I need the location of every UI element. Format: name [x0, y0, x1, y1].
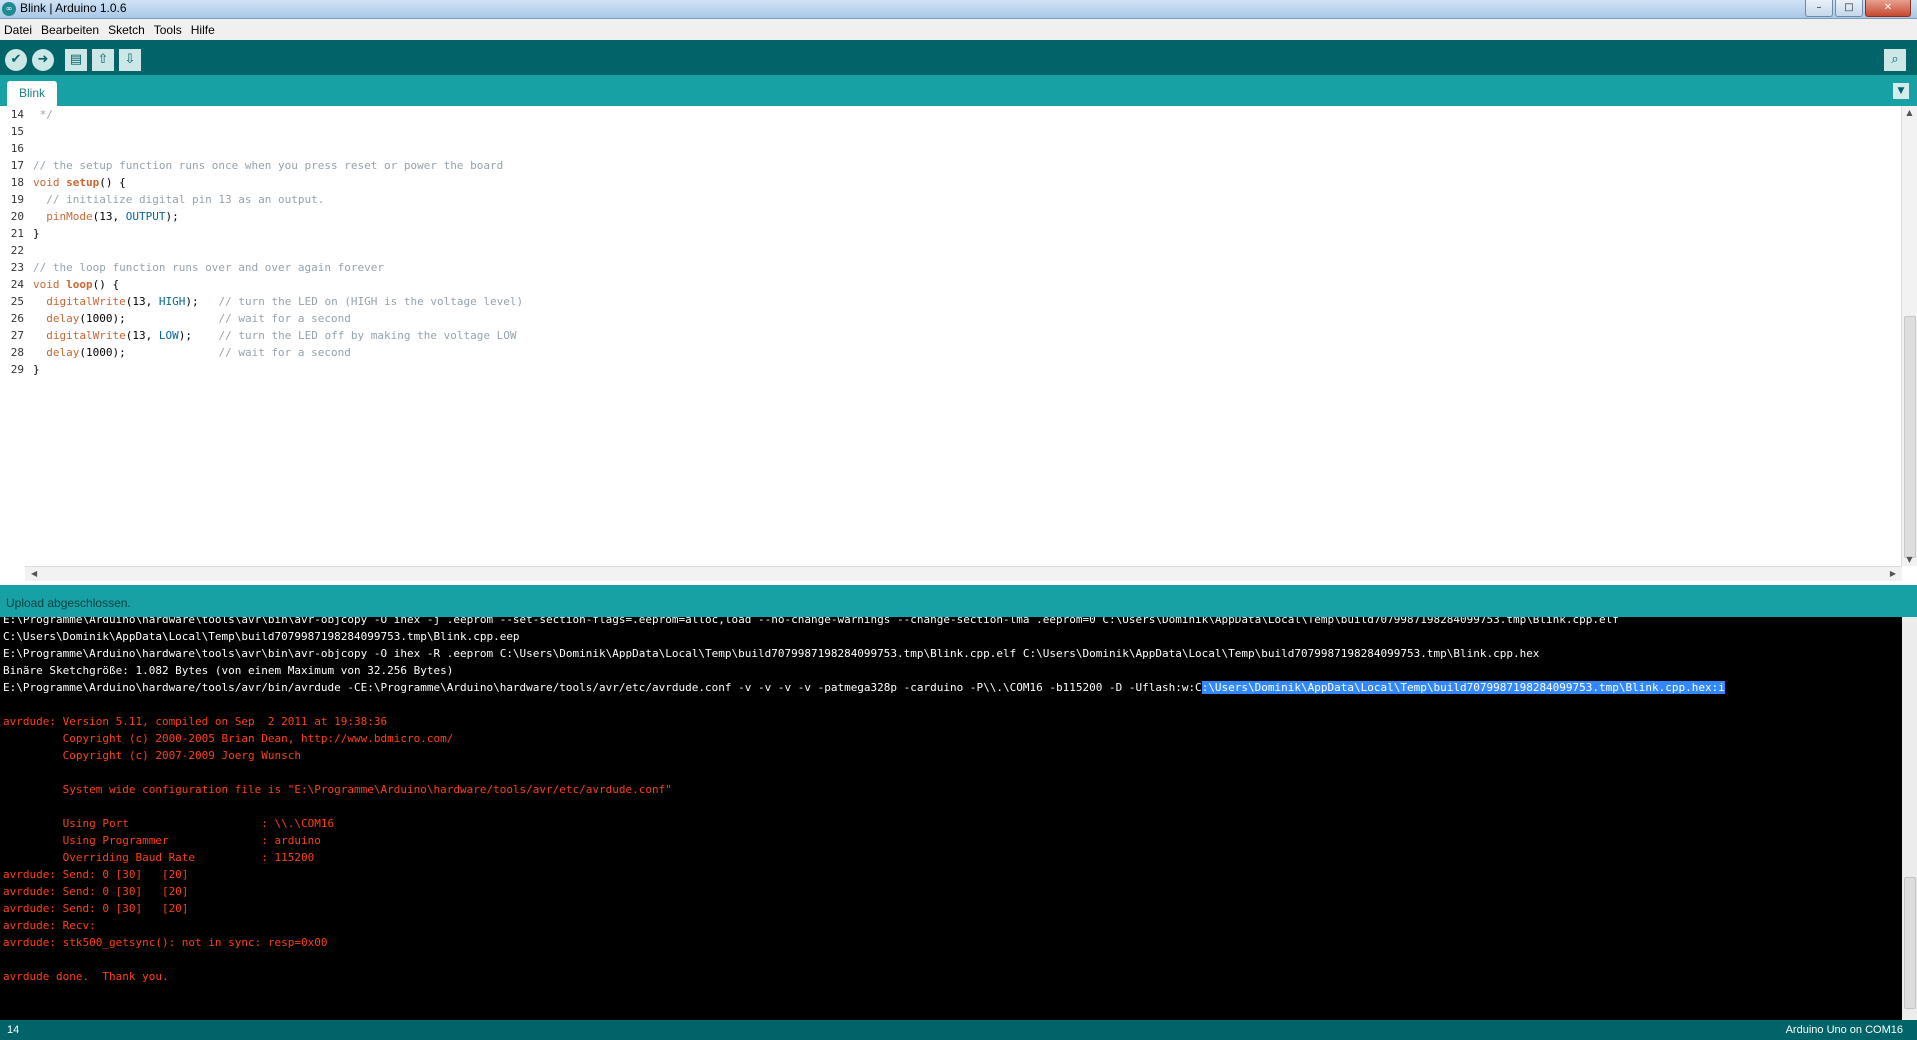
console-line: C:\Users\Dominik\AppData\Local\Temp\buil… — [3, 630, 520, 643]
code-line: 22 — [10, 244, 24, 257]
title-bar: ∞ Blink | Arduino 1.0.6 – □ ✕ — [0, 0, 1917, 19]
code-line: 24 void loop() { — [10, 278, 120, 291]
console-line: avrdude: Version 5.11, compiled on Sep 2… — [3, 715, 388, 728]
window-controls: – □ ✕ — [1803, 0, 1911, 17]
console-line: avrdude done. Thank you. — [3, 970, 169, 983]
console-output[interactable]: E:\Programme\Arduino\hardware\tools\avr\… — [0, 617, 1917, 1020]
arduino-logo-icon: ∞ — [2, 2, 16, 16]
tab-bar: Blink ▼ — [0, 75, 1917, 106]
scroll-up-arrow-icon[interactable]: ▲ — [1902, 108, 1917, 117]
menu-sketch[interactable]: Sketch — [104, 23, 150, 37]
maximize-button[interactable]: □ — [1835, 0, 1863, 17]
code-line: 23// the loop function runs over and ove… — [10, 261, 384, 274]
console-lines[interactable]: E:\Programme\Arduino\hardware\tools\avr\… — [3, 617, 1898, 985]
code-line: 26 delay(1000); // wait for a second — [10, 312, 351, 325]
minimize-button[interactable]: – — [1805, 0, 1833, 17]
console-line: avrdude: Send: 0 [30] [20] — [3, 885, 189, 898]
console-line: avrdude: stk500_getsync(): not in sync: … — [3, 936, 328, 949]
code-line: 16 — [10, 142, 24, 155]
scroll-left-arrow-icon[interactable]: ◀ — [31, 567, 37, 581]
console-line: E:\Programme\Arduino\hardware/tools/avr/… — [3, 681, 1725, 694]
window-title: Blink | Arduino 1.0.6 — [20, 1, 127, 15]
open-icon[interactable]: ⇧ — [92, 49, 114, 71]
scrollbar-thumb[interactable] — [1904, 877, 1916, 1009]
serial-monitor-icon[interactable]: ⌕ — [1884, 49, 1906, 71]
save-icon[interactable]: ⇩ — [119, 49, 141, 71]
code-area[interactable]: 14 */ 15 16 17// the setup function runs… — [0, 106, 1900, 378]
verify-icon[interactable]: ✔ — [5, 49, 27, 71]
console-line: Using Programmer : arduino — [3, 834, 321, 847]
tab-menu-chevron-down-icon[interactable]: ▼ — [1893, 83, 1909, 99]
console-line: avrdude: Send: 0 [30] [20] — [3, 902, 189, 915]
code-line: 18 void setup() { — [10, 176, 126, 189]
status-bar: Upload abgeschlossen. — [0, 585, 1917, 617]
scroll-down-arrow-icon[interactable]: ▼ — [1902, 555, 1917, 564]
code-line: 25 digitalWrite(13, HIGH); // turn the L… — [10, 295, 524, 308]
new-icon[interactable]: ▤ — [65, 49, 87, 71]
console-line: Overriding Baud Rate : 115200 — [3, 851, 315, 864]
console-line: Using Port : \\.\COM16 — [3, 817, 335, 830]
tab-blink[interactable]: Blink — [7, 81, 57, 106]
console-line: System wide configuration file is "E:\Pr… — [3, 783, 672, 796]
code-line: 17// the setup function runs once when y… — [10, 159, 504, 172]
status-message: Upload abgeschlossen. — [6, 596, 131, 610]
toolbar: ✔ ➜ ▤ ⇧ ⇩ ⌕ — [0, 40, 1917, 75]
console-line: avrdude: Send: 0 [30] [20] — [3, 868, 189, 881]
console-line: Binäre Sketchgröße: 1.082 Bytes (von ein… — [3, 664, 454, 677]
scroll-right-arrow-icon[interactable]: ▶ — [1890, 567, 1896, 581]
console-line: avrdude: Recv: — [3, 919, 96, 932]
menu-tools[interactable]: Tools — [150, 23, 187, 37]
close-button[interactable]: ✕ — [1865, 0, 1911, 17]
editor-horizontal-scrollbar[interactable]: ◀ ▶ — [25, 566, 1902, 581]
code-line: 28 delay(1000); // wait for a second — [10, 346, 351, 359]
upload-icon[interactable]: ➜ — [32, 49, 54, 71]
code-line: 15 — [10, 125, 24, 138]
code-line: 27 digitalWrite(13, LOW); // turn the LE… — [10, 329, 517, 342]
code-editor[interactable]: 14 */ 15 16 17// the setup function runs… — [0, 106, 1917, 581]
code-line: 19 // initialize digital pin 13 as an ou… — [10, 193, 325, 206]
code-line: 21} — [10, 227, 40, 240]
editor-vertical-scrollbar[interactable]: ▲ ▼ — [1901, 106, 1917, 566]
console-line: Copyright (c) 2000-2005 Brian Dean, http… — [3, 732, 454, 745]
current-line-number: 14 — [7, 1024, 20, 1036]
menu-hilfe[interactable]: Hilfe — [187, 23, 220, 37]
menu-bearbeiten[interactable]: Bearbeiten — [37, 23, 104, 37]
code-line: 29} — [10, 363, 40, 376]
console-scrollbar[interactable] — [1902, 617, 1917, 1020]
board-port-label: Arduino Uno on COM16 — [1785, 1024, 1903, 1036]
console-line: Copyright (c) 2007-2009 Joerg Wunsch — [3, 749, 302, 762]
console-line: E:\Programme\Arduino\hardware\tools\avr\… — [3, 617, 1619, 626]
menu-datei[interactable]: Datei — [0, 23, 37, 37]
code-line: 14 */ — [10, 108, 53, 121]
footer-bar: 14 Arduino Uno on COM16 — [0, 1020, 1917, 1040]
console-line: E:\Programme\Arduino\hardware\tools\avr\… — [3, 647, 1540, 660]
selected-text[interactable]: :\Users\Dominik\AppData\Local\Temp\build… — [1201, 681, 1725, 694]
code-line: 20 pinMode(13, OUTPUT); — [10, 210, 179, 223]
menu-bar: Datei Bearbeiten Sketch Tools Hilfe — [0, 19, 1917, 40]
scrollbar-thumb[interactable] — [1904, 316, 1916, 558]
